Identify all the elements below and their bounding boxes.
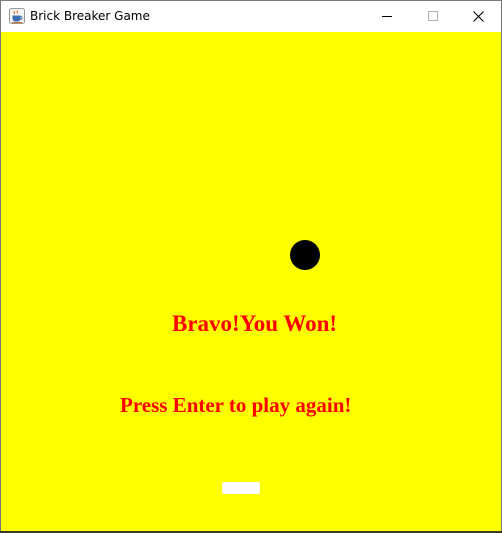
maximize-icon (428, 11, 438, 21)
close-icon (472, 10, 484, 22)
maximize-button[interactable] (410, 1, 456, 31)
minimize-button[interactable] (364, 1, 410, 31)
restart-prompt: Press Enter to play again! (120, 393, 352, 417)
minimize-icon (382, 16, 392, 17)
close-button[interactable] (455, 1, 501, 31)
paddle[interactable] (222, 482, 260, 494)
title-bar[interactable]: Brick Breaker Game (1, 1, 501, 31)
java-cup-icon (9, 8, 25, 24)
game-window: Brick Breaker Game Bravo!You Won! Press … (0, 0, 502, 533)
win-message: Bravo!You Won! (172, 311, 338, 336)
game-board[interactable]: Bravo!You Won! Press Enter to play again… (1, 32, 501, 532)
ball (290, 240, 320, 270)
window-title: Brick Breaker Game (30, 9, 150, 23)
